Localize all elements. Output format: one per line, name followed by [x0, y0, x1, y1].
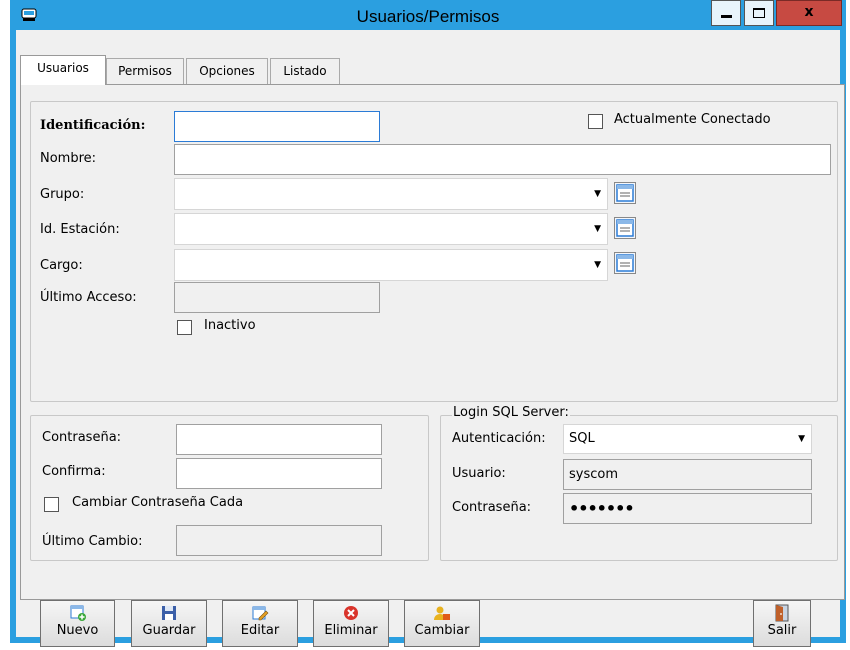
new-record-icon	[70, 605, 86, 621]
change-password-checkbox[interactable]	[44, 497, 59, 512]
delete-button[interactable]: Eliminar	[313, 600, 389, 647]
last-change-label: Último Cambio:	[42, 534, 143, 549]
group-combo[interactable]: ▼	[174, 178, 608, 210]
inactive-label: Inactivo	[204, 318, 256, 333]
group-lookup-button[interactable]	[614, 182, 636, 204]
save-disk-icon	[162, 606, 176, 620]
last-access-label: Último Acceso:	[40, 290, 137, 305]
delete-button-label: Eliminar	[324, 623, 378, 638]
group-label: Grupo:	[40, 187, 85, 202]
password-label: Contraseña:	[42, 430, 122, 445]
last-change-field	[176, 525, 382, 556]
close-icon: x	[804, 4, 814, 20]
position-label: Cargo:	[40, 258, 83, 273]
name-input[interactable]	[174, 144, 831, 175]
last-access-field	[174, 282, 380, 313]
confirm-label: Confirma:	[42, 464, 106, 479]
maximize-button[interactable]	[744, 0, 774, 26]
save-button-label: Guardar	[142, 623, 196, 638]
connected-checkbox[interactable]	[588, 114, 603, 129]
sql-user-value: syscom	[569, 467, 619, 482]
authentication-label: Autenticación:	[452, 431, 546, 446]
confirm-password-input[interactable]	[176, 458, 382, 489]
sql-password-label: Contraseña:	[452, 500, 532, 515]
change-password-label: Cambiar Contraseña Cada	[72, 495, 244, 510]
edit-button-label: Editar	[240, 623, 280, 638]
tab-label: Usuarios	[37, 61, 89, 75]
minimize-button[interactable]	[711, 0, 741, 26]
sql-user-field[interactable]: syscom	[563, 459, 812, 490]
user-key-icon	[434, 606, 450, 620]
list-icon	[616, 184, 634, 202]
change-button[interactable]: Cambiar	[404, 600, 480, 647]
list-icon	[616, 219, 634, 237]
tab-usuarios[interactable]: Usuarios	[20, 55, 106, 85]
exit-button[interactable]: Salir	[753, 600, 811, 647]
new-button[interactable]: Nuevo	[40, 600, 115, 647]
position-lookup-button[interactable]	[614, 252, 636, 274]
tab-label: Opciones	[199, 64, 255, 78]
edit-icon	[252, 606, 269, 621]
name-label: Nombre:	[40, 151, 97, 166]
chevron-down-icon: ▼	[594, 260, 601, 270]
position-combo[interactable]: ▼	[174, 249, 608, 281]
inactive-checkbox[interactable]	[177, 320, 192, 335]
identification-label: Identificación:	[40, 118, 146, 133]
sql-user-label: Usuario:	[452, 466, 506, 481]
chevron-down-icon: ▼	[798, 434, 805, 444]
save-button[interactable]: Guardar	[131, 600, 207, 647]
sql-login-legend: Login SQL Server:	[452, 405, 570, 420]
close-button[interactable]: x	[776, 0, 842, 26]
chevron-down-icon: ▼	[594, 189, 601, 199]
list-icon	[616, 254, 634, 272]
exit-button-label: Salir	[767, 623, 797, 638]
connected-label: Actualmente Conectado	[614, 112, 771, 127]
edit-button[interactable]: Editar	[222, 600, 298, 647]
minimize-icon	[721, 15, 732, 18]
station-lookup-button[interactable]	[614, 217, 636, 239]
exit-door-icon	[775, 604, 789, 622]
authentication-combo[interactable]: SQL ▼	[563, 424, 812, 454]
delete-icon	[344, 606, 358, 620]
sql-password-value: •••••••	[569, 499, 635, 518]
password-input[interactable]	[176, 424, 382, 455]
sql-password-field[interactable]: •••••••	[563, 493, 812, 524]
change-button-label: Cambiar	[414, 623, 470, 638]
tab-label: Listado	[283, 64, 327, 78]
tab-label: Permisos	[118, 64, 172, 78]
station-combo[interactable]: ▼	[174, 213, 608, 245]
maximize-icon	[753, 8, 765, 18]
new-button-label: Nuevo	[56, 623, 99, 638]
station-label: Id. Estación:	[40, 222, 120, 237]
tab-permisos[interactable]: Permisos	[106, 58, 184, 84]
authentication-value: SQL	[569, 431, 595, 446]
tab-listado[interactable]: Listado	[270, 58, 340, 84]
tab-opciones[interactable]: Opciones	[186, 58, 268, 84]
chevron-down-icon: ▼	[594, 224, 601, 234]
identification-input[interactable]	[174, 111, 380, 142]
